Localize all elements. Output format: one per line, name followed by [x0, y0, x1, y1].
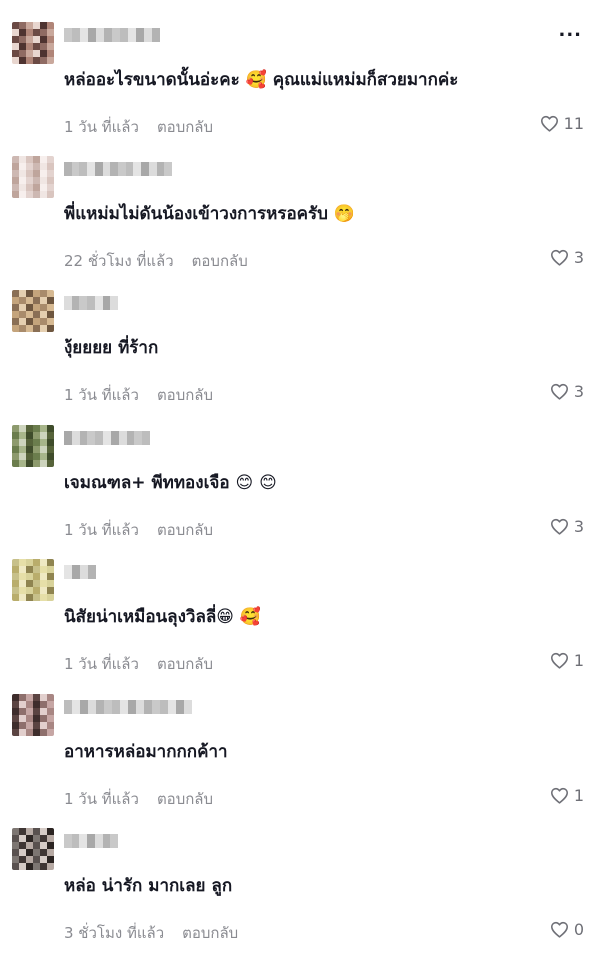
- comment-meta: 1 วัน ที่แล้ว ตอบกลับ: [64, 787, 213, 811]
- comment-text: งุ้ยยยย ที่ร้าก: [64, 338, 159, 358]
- like-button[interactable]: 3: [550, 382, 584, 401]
- heart-outline-icon: [550, 249, 568, 266]
- comment-item: อาหารหล่อมากกกค้าา 1 วัน ที่แล้ว ตอบกลับ 1: [0, 694, 600, 828]
- comment-meta: 1 วัน ที่แล้ว ตอบกลับ: [64, 518, 213, 542]
- comment-timestamp: 1 วัน ที่แล้ว: [64, 655, 139, 673]
- comment-meta: 22 ชั่วโมง ที่แล้ว ตอบกลับ: [64, 249, 248, 273]
- heart-outline-icon: [550, 787, 568, 804]
- like-count: 1: [573, 786, 584, 805]
- like-count: 3: [573, 248, 584, 267]
- like-button[interactable]: 3: [550, 517, 584, 536]
- comment-item: หล่อ น่ารัก มากเลย ลูก 3 ชั่วโมง ที่แล้ว ต…: [0, 828, 600, 962]
- like-count: 0: [573, 920, 584, 939]
- like-button[interactable]: 11: [540, 114, 584, 133]
- username-blurred[interactable]: [64, 565, 96, 579]
- comment-timestamp: 1 วัน ที่แล้ว: [64, 790, 139, 808]
- comment-text: พี่แหม่มไม่ดันน้องเข้าวงการหรอครับ 🤭: [64, 204, 356, 224]
- comment-meta: 3 ชั่วโมง ที่แล้ว ตอบกลับ: [64, 921, 238, 945]
- heart-outline-icon: [550, 383, 568, 400]
- comment-timestamp: 3 ชั่วโมง ที่แล้ว: [64, 924, 165, 942]
- reply-button[interactable]: ตอบกลับ: [192, 249, 248, 273]
- avatar[interactable]: [12, 156, 54, 198]
- reply-button[interactable]: ตอบกลับ: [157, 383, 213, 407]
- comment-text: หล่ออะไรขนาดนั้นอ่ะคะ 🥰 คุณแม่แหม่มก็สวย…: [64, 70, 459, 90]
- avatar[interactable]: [12, 425, 54, 467]
- username-blurred[interactable]: [64, 431, 150, 445]
- reply-button[interactable]: ตอบกลับ: [182, 921, 238, 945]
- like-button[interactable]: 0: [550, 920, 584, 939]
- comment-meta: 1 วัน ที่แล้ว ตอบกลับ: [64, 115, 213, 139]
- comment-item: นิสัยน่าเหมือนลุงวิลลี่😁 🥰 1 วัน ที่แล้ว ต…: [0, 559, 600, 693]
- comment-meta: 1 วัน ที่แล้ว ตอบกลับ: [64, 383, 213, 407]
- like-count: 1: [573, 651, 584, 670]
- heart-outline-icon: [550, 652, 568, 669]
- reply-button[interactable]: ตอบกลับ: [157, 787, 213, 811]
- like-button[interactable]: 3: [550, 248, 584, 267]
- like-count: 3: [573, 517, 584, 536]
- avatar[interactable]: [12, 22, 54, 64]
- comment-text: อาหารหล่อมากกกค้าา: [64, 742, 228, 762]
- like-button[interactable]: 1: [550, 651, 584, 670]
- comment-item: เจมณฑล+ พีททองเจือ 😊 😊 1 วัน ที่แล้ว ตอบกล…: [0, 425, 600, 559]
- avatar[interactable]: [12, 290, 54, 332]
- comment-text: นิสัยน่าเหมือนลุงวิลลี่😁 🥰: [64, 607, 262, 627]
- reply-button[interactable]: ตอบกลับ: [157, 652, 213, 676]
- username-blurred[interactable]: [64, 700, 192, 714]
- username-blurred[interactable]: [64, 834, 118, 848]
- heart-outline-icon: [540, 115, 558, 132]
- comment-timestamp: 22 ชั่วโมง ที่แล้ว: [64, 252, 174, 270]
- comment-timestamp: 1 วัน ที่แล้ว: [64, 521, 139, 539]
- comment-meta: 1 วัน ที่แล้ว ตอบกลับ: [64, 652, 213, 676]
- avatar[interactable]: [12, 559, 54, 601]
- username-blurred[interactable]: [64, 162, 172, 176]
- comment-timestamp: 1 วัน ที่แล้ว: [64, 118, 139, 136]
- comment-text: หล่อ น่ารัก มากเลย ลูก: [64, 876, 233, 896]
- comment-text: เจมณฑล+ พีททองเจือ 😊 😊: [64, 473, 277, 493]
- comment-item: หล่ออะไรขนาดนั้นอ่ะคะ 🥰 คุณแม่แหม่มก็สวย…: [0, 22, 600, 156]
- like-count: 3: [573, 382, 584, 401]
- avatar[interactable]: [12, 694, 54, 736]
- comment-item: พี่แหม่มไม่ดันน้องเข้าวงการหรอครับ 🤭 22 ช…: [0, 156, 600, 290]
- reply-button[interactable]: ตอบกลับ: [157, 518, 213, 542]
- heart-outline-icon: [550, 921, 568, 938]
- heart-outline-icon: [550, 518, 568, 535]
- like-count: 11: [563, 114, 584, 133]
- username-blurred[interactable]: [64, 296, 118, 310]
- like-button[interactable]: 1: [550, 786, 584, 805]
- comment-item: งุ้ยยยย ที่ร้าก 1 วัน ที่แล้ว ตอบกลับ 3: [0, 290, 600, 424]
- comment-timestamp: 1 วัน ที่แล้ว: [64, 386, 139, 404]
- avatar[interactable]: [12, 828, 54, 870]
- username-blurred[interactable]: [64, 28, 160, 42]
- reply-button[interactable]: ตอบกลับ: [157, 115, 213, 139]
